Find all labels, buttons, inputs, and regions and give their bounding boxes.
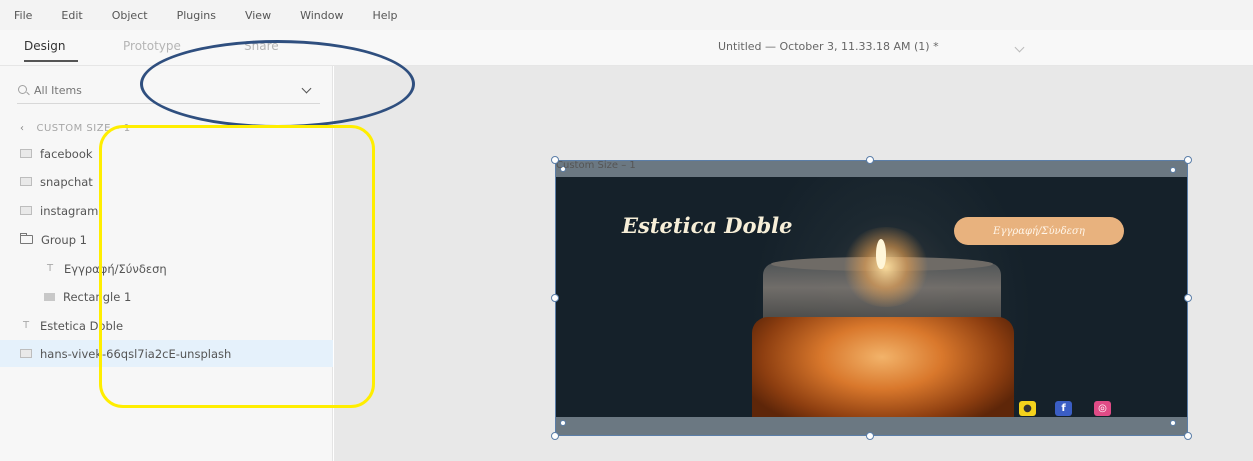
layer-label: snapchat: [40, 174, 93, 189]
menu-window[interactable]: Window: [300, 9, 343, 22]
text-icon: T: [46, 263, 54, 274]
layer-label: facebook: [40, 146, 93, 161]
tab-prototype[interactable]: Prototype: [123, 39, 181, 53]
layer-label: Group 1: [41, 232, 87, 247]
resize-handle[interactable]: [551, 294, 559, 302]
image-icon: [20, 177, 32, 186]
artboard[interactable]: Estetica Doble Εγγραφή/Σύνδεση ● f ◎: [555, 160, 1188, 436]
instagram-icon[interactable]: ◎: [1094, 401, 1111, 416]
selection-point[interactable]: [1170, 167, 1176, 173]
snapchat-icon[interactable]: ●: [1019, 401, 1036, 416]
document-title[interactable]: Untitled — October 3, 11.33.18 AM (1) *: [718, 40, 939, 53]
annotation-ellipse: [140, 40, 415, 128]
text-icon: T: [22, 320, 30, 331]
menu-edit[interactable]: Edit: [61, 9, 82, 22]
resize-handle[interactable]: [1184, 156, 1192, 164]
resize-handle[interactable]: [866, 156, 874, 164]
menu-object[interactable]: Object: [112, 9, 148, 22]
brand-title[interactable]: Estetica Doble: [622, 213, 793, 238]
resize-handle[interactable]: [1184, 432, 1192, 440]
annotation-rectangle: [99, 125, 375, 408]
artboard-label[interactable]: Custom Size – 1: [556, 160, 636, 171]
chevron-left-icon[interactable]: ‹: [20, 123, 25, 134]
selection-point[interactable]: [560, 420, 566, 426]
rectangle-icon: [44, 292, 55, 301]
resize-handle[interactable]: [1184, 294, 1192, 302]
menu-bar: File Edit Object Plugins View Window Hel…: [0, 0, 1253, 30]
menu-view[interactable]: View: [245, 9, 271, 22]
facebook-icon[interactable]: f: [1055, 401, 1072, 416]
resize-handle[interactable]: [551, 432, 559, 440]
selection-point[interactable]: [1170, 420, 1176, 426]
menu-plugins[interactable]: Plugins: [177, 9, 216, 22]
search-icon: [18, 85, 27, 94]
adobe-xd-window: File Edit Object Plugins View Window Hel…: [0, 0, 1253, 461]
menu-help[interactable]: Help: [372, 9, 397, 22]
resize-handle[interactable]: [866, 432, 874, 440]
resize-handle[interactable]: [551, 156, 559, 164]
candle-background-image[interactable]: Estetica Doble Εγγραφή/Σύνδεση ● f ◎: [556, 177, 1187, 417]
jar-wax: [752, 317, 1014, 417]
image-icon: [20, 349, 32, 358]
folder-icon: [20, 233, 33, 244]
flame-glow: [841, 227, 931, 307]
image-icon: [20, 206, 32, 215]
menu-file[interactable]: File: [14, 9, 32, 22]
active-tab-indicator: [24, 60, 78, 62]
tab-design[interactable]: Design: [24, 39, 65, 53]
image-icon: [20, 149, 32, 158]
chevron-down-icon[interactable]: [1014, 42, 1025, 53]
layer-label: instagram: [40, 203, 99, 218]
flame: [876, 239, 886, 269]
signup-button[interactable]: Εγγραφή/Σύνδεση: [954, 217, 1124, 245]
